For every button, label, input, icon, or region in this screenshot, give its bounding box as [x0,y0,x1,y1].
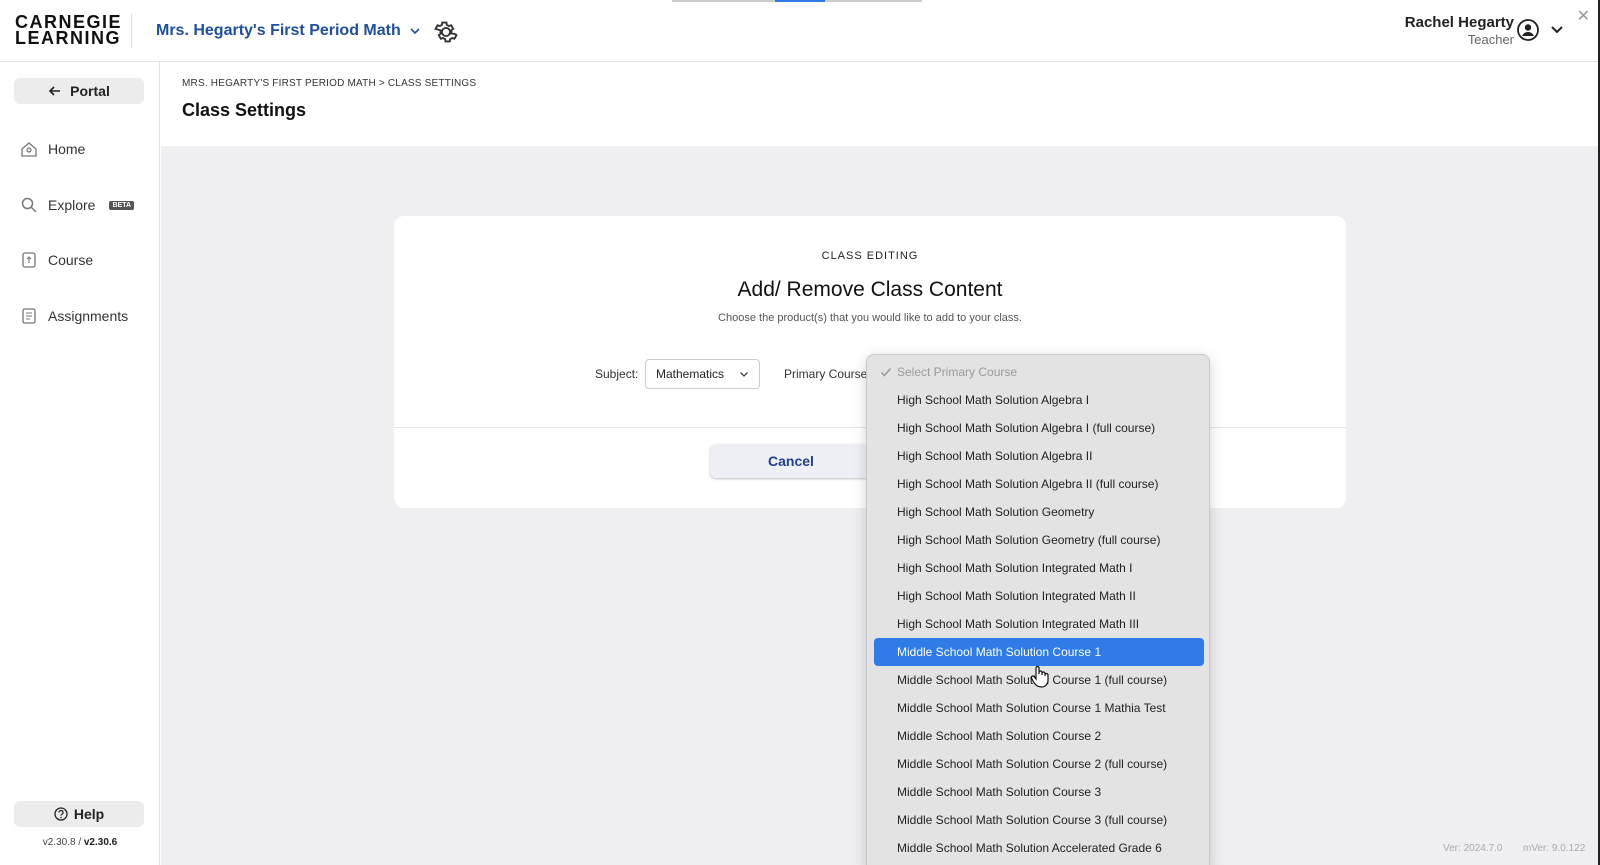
card-subtitle: Choose the product(s) that you would lik… [718,312,1022,324]
portal-button[interactable]: Portal [14,78,144,104]
breadcrumb: MRS. HEGARTY'S FIRST PERIOD MATH > CLASS… [182,78,477,89]
model-version: mVer: 9.0.122 [1523,843,1586,854]
chevron-down-icon [740,372,748,377]
dropdown-option[interactable]: High School Math Solution Geometry [874,498,1204,526]
app-version: v2.30.8 / v2.30.6 [42,837,118,848]
dropdown-option[interactable]: High School Math Solution Integrated Mat… [874,610,1204,638]
dropdown-option[interactable]: Middle School Math Solution Accelerated … [874,834,1204,862]
cancel-button[interactable]: Cancel [710,444,872,478]
dropdown-placeholder[interactable]: Select Primary Course [874,358,1204,386]
window-tab-active [775,0,825,2]
dropdown-option[interactable]: Middle School Math Solution Course 1 Mat… [874,694,1204,722]
gear-icon[interactable] [432,18,460,46]
dropdown-option[interactable]: High School Math Solution Geometry (full… [874,526,1204,554]
sidebar-item-label: Course [48,252,94,268]
page-header: MRS. HEGARTY'S FIRST PERIOD MATH > CLASS… [161,62,1600,146]
hand-cursor-icon [1030,665,1049,688]
dropdown-option[interactable]: Middle School Math Solution Course 3 (fu… [874,806,1204,834]
subject-value: Mathematics [656,367,725,381]
sidebar-item-assignments[interactable]: Assignments [20,307,128,325]
sidebar-item-course[interactable]: Course [20,251,93,269]
sidebar: Portal Home Explore BETA Course Assignme… [0,62,160,865]
subject-select[interactable]: Mathematics [645,359,760,389]
help-label: Help [73,806,105,822]
sidebar-item-label: Home [48,141,86,157]
dropdown-option[interactable]: Middle School Math Solution Course 3 [874,778,1204,806]
checkmark-icon [880,368,892,377]
dropdown-option[interactable]: High School Math Solution Integrated Mat… [874,554,1204,582]
help-circle-icon [54,807,68,821]
dropdown-option[interactable]: High School Math Solution Algebra II [874,442,1204,470]
sidebar-item-label: Explore [48,197,96,213]
sidebar-item-label: Assignments [48,308,129,324]
primary-course-label: Primary Course [784,367,868,381]
dropdown-option[interactable]: High School Math Solution Algebra I (ful… [874,414,1204,442]
portal-label: Portal [70,83,110,99]
chevron-down-icon [410,28,420,35]
card-eyebrow: CLASS EDITING [821,250,919,262]
primary-course-dropdown[interactable]: Select Primary Course High School Math S… [866,354,1210,865]
user-role: Teacher [1467,32,1514,47]
user-info: Rachel Hegarty Teacher [1405,14,1514,47]
header-divider [131,14,132,48]
class-selector[interactable]: Mrs. Hegarty's First Period Math [156,22,421,40]
dropdown-option[interactable]: High School Math Solution Algebra II (fu… [874,470,1204,498]
class-name: Mrs. Hegarty's First Period Math [156,22,401,39]
card-title: Add/ Remove Class Content [737,278,1003,301]
page-title: Class Settings [182,100,307,120]
dropdown-option[interactable]: High School Math Solution Integrated Mat… [874,582,1204,610]
search-icon [21,197,37,213]
dropdown-option[interactable]: Middle School Math Solution Course 2 (fu… [874,750,1204,778]
subject-label: Subject: [595,367,639,381]
help-button[interactable]: Help [14,801,144,827]
arrow-left-icon [49,86,61,96]
beta-badge: BETA [109,200,135,210]
home-icon [21,142,37,157]
dropdown-option[interactable]: High School Math Solution Algebra I [874,386,1204,414]
sidebar-item-explore[interactable]: Explore BETA [20,196,135,214]
top-bar: CARNEGIE LEARNING Mrs. Hegarty's First P… [0,0,1600,62]
carnegie-learning-logo[interactable]: CARNEGIE LEARNING [15,13,121,47]
sidebar-item-home[interactable]: Home [20,140,85,158]
build-version: Ver: 2024.7.0 [1443,843,1503,854]
course-icon [22,252,36,268]
dropdown-option[interactable]: Middle School Math Solution Course 1 [874,638,1204,666]
user-name: Rachel Hegarty [1404,14,1514,31]
assignments-icon [22,308,36,324]
chevron-down-icon[interactable] [1549,22,1565,38]
user-circle-icon[interactable] [1516,18,1540,42]
dropdown-option[interactable]: Middle School Math Solution Course 2 [874,722,1204,750]
close-icon[interactable]: ✕ [1577,6,1590,26]
